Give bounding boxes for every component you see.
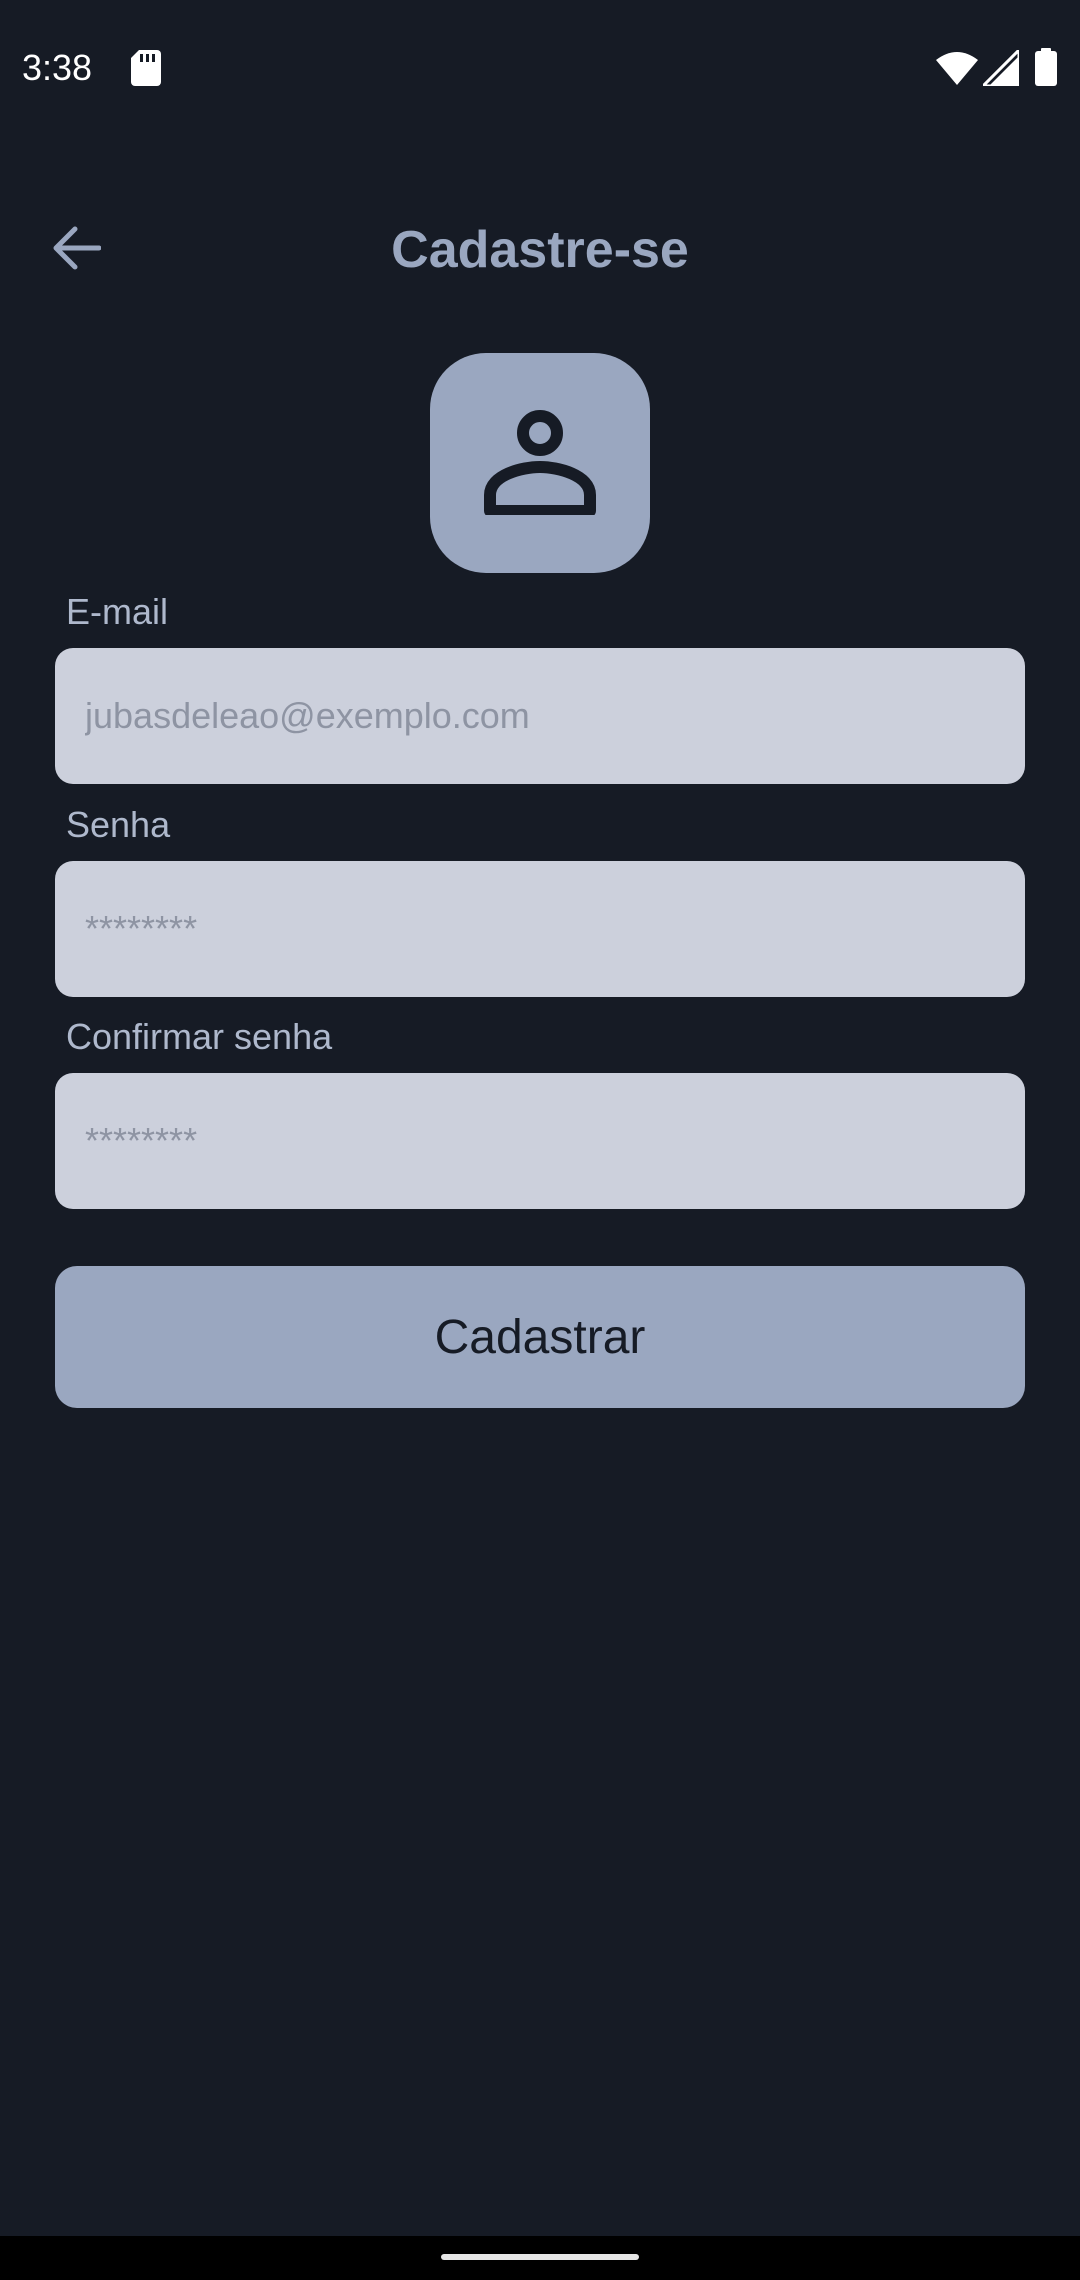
status-time: 3:38	[22, 47, 93, 88]
wifi-icon	[936, 50, 978, 86]
email-label: E-mail	[66, 591, 169, 632]
password-input[interactable]	[55, 861, 1025, 997]
email-input[interactable]	[55, 648, 1025, 784]
person-icon	[484, 407, 596, 520]
confirm-password-label: Confirmar senha	[66, 1016, 333, 1057]
register-button[interactable]: Cadastrar	[55, 1266, 1025, 1408]
page-title: Cadastre-se	[391, 221, 689, 279]
sd-card-icon	[131, 50, 161, 86]
password-label: Senha	[66, 804, 171, 845]
navigation-bar	[0, 2236, 1080, 2280]
signal-icon	[979, 46, 1021, 88]
avatar	[430, 353, 650, 573]
confirm-password-input[interactable]	[55, 1073, 1025, 1209]
status-bar: 3:38	[0, 0, 1080, 136]
home-gesture-handle[interactable]	[441, 2254, 639, 2260]
battery-icon	[1035, 48, 1057, 86]
top-app-bar: Cadastre-se	[0, 200, 1080, 300]
